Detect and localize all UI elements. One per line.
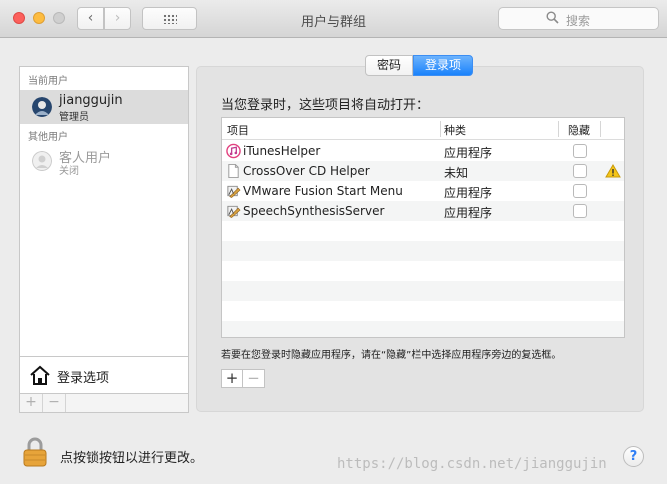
column-divider xyxy=(440,121,441,137)
guest-avatar xyxy=(32,151,52,171)
user-name: jianggujin xyxy=(59,93,123,108)
column-header-item[interactable]: 项目 xyxy=(227,122,249,138)
guest-status: 关闭 xyxy=(59,166,79,177)
hide-checkbox[interactable] xyxy=(573,184,587,198)
hide-checkbox[interactable] xyxy=(573,164,587,178)
hide-checkbox[interactable] xyxy=(573,144,587,158)
column-header-kind[interactable]: 种类 xyxy=(444,122,466,138)
item-name: CrossOver CD Helper xyxy=(243,164,370,178)
column-header-hide[interactable]: 隐藏 xyxy=(568,122,590,138)
login-items-heading: 当您登录时，这些项目将自动打开： xyxy=(221,98,430,113)
help-button[interactable]: ? xyxy=(623,446,644,467)
other-users-header: 其他用户 xyxy=(28,132,68,143)
warning-icon[interactable] xyxy=(605,164,621,178)
empty-row xyxy=(222,221,624,241)
user-avatar xyxy=(32,97,52,117)
search-placeholder: 搜索 xyxy=(566,14,591,28)
current-users-header: 当前用户 xyxy=(28,76,68,87)
house-icon xyxy=(30,365,50,385)
tab-bar: 密码 登录项 xyxy=(365,55,474,76)
column-divider xyxy=(558,121,559,137)
item-kind: 应用程序 xyxy=(444,206,493,220)
tab-login-items[interactable]: 登录项 xyxy=(413,55,474,76)
watermark: https://blog.csdn.net/jianggujin xyxy=(337,456,607,472)
table-row[interactable]: iTunesHelper 应用程序 xyxy=(222,141,624,161)
login-options-button[interactable]: 登录选项 xyxy=(20,356,188,393)
login-items-add-remove: + − xyxy=(221,369,265,388)
remove-user-button[interactable]: − xyxy=(43,394,66,412)
item-kind: 未知 xyxy=(444,166,469,180)
table-header: 项目 种类 隐藏 xyxy=(222,118,624,140)
app-icon xyxy=(227,205,241,218)
table-row[interactable]: VMware Fusion Start Menu 应用程序 xyxy=(222,181,624,201)
add-login-item-button[interactable]: + xyxy=(222,370,243,387)
login-options-label: 登录选项 xyxy=(57,371,110,386)
item-name: SpeechSynthesisServer xyxy=(243,204,385,218)
title-bar: ‹ › 用户与群组 搜索 xyxy=(0,0,667,38)
empty-row xyxy=(222,281,624,301)
table-row[interactable]: SpeechSynthesisServer 应用程序 xyxy=(222,201,624,221)
user-row-guest[interactable]: 客人用户 关闭 xyxy=(20,144,188,178)
item-name: iTunesHelper xyxy=(243,144,321,158)
table-row[interactable]: CrossOver CD Helper 未知 xyxy=(222,161,624,181)
empty-row xyxy=(222,241,624,261)
empty-row xyxy=(222,321,624,337)
app-icon xyxy=(227,185,241,198)
users-list: 当前用户 jianggujin 管理员 其他用户 客人用户 关闭 登录选项 xyxy=(19,66,189,394)
search-icon xyxy=(546,11,559,24)
remove-login-item-button[interactable]: − xyxy=(243,370,264,387)
item-name: VMware Fusion Start Menu xyxy=(243,184,403,198)
search-field[interactable]: 搜索 xyxy=(498,7,659,30)
lock-icon[interactable] xyxy=(22,437,48,467)
tab-password[interactable]: 密码 xyxy=(365,55,414,76)
column-divider xyxy=(600,121,601,137)
itunes-icon xyxy=(226,143,241,159)
document-icon xyxy=(228,163,239,179)
add-user-button[interactable]: + xyxy=(20,394,43,412)
item-kind: 应用程序 xyxy=(444,186,493,200)
empty-row xyxy=(222,301,624,321)
hide-hint-text: 若要在您登录时隐藏应用程序，请在“隐藏”栏中选择应用程序旁边的复选框。 xyxy=(221,350,562,361)
lock-instruction: 点按锁按钮以进行更改。 xyxy=(60,451,204,466)
login-items-table: 项目 种类 隐藏 iTunesHelper 应用程序 CrossOver CD … xyxy=(221,117,625,338)
user-row-current[interactable]: jianggujin 管理员 xyxy=(20,90,188,124)
empty-row xyxy=(222,261,624,281)
user-role: 管理员 xyxy=(59,112,89,123)
item-kind: 应用程序 xyxy=(444,146,493,160)
hide-checkbox[interactable] xyxy=(573,204,587,218)
users-add-remove-bar: + − xyxy=(19,394,189,413)
